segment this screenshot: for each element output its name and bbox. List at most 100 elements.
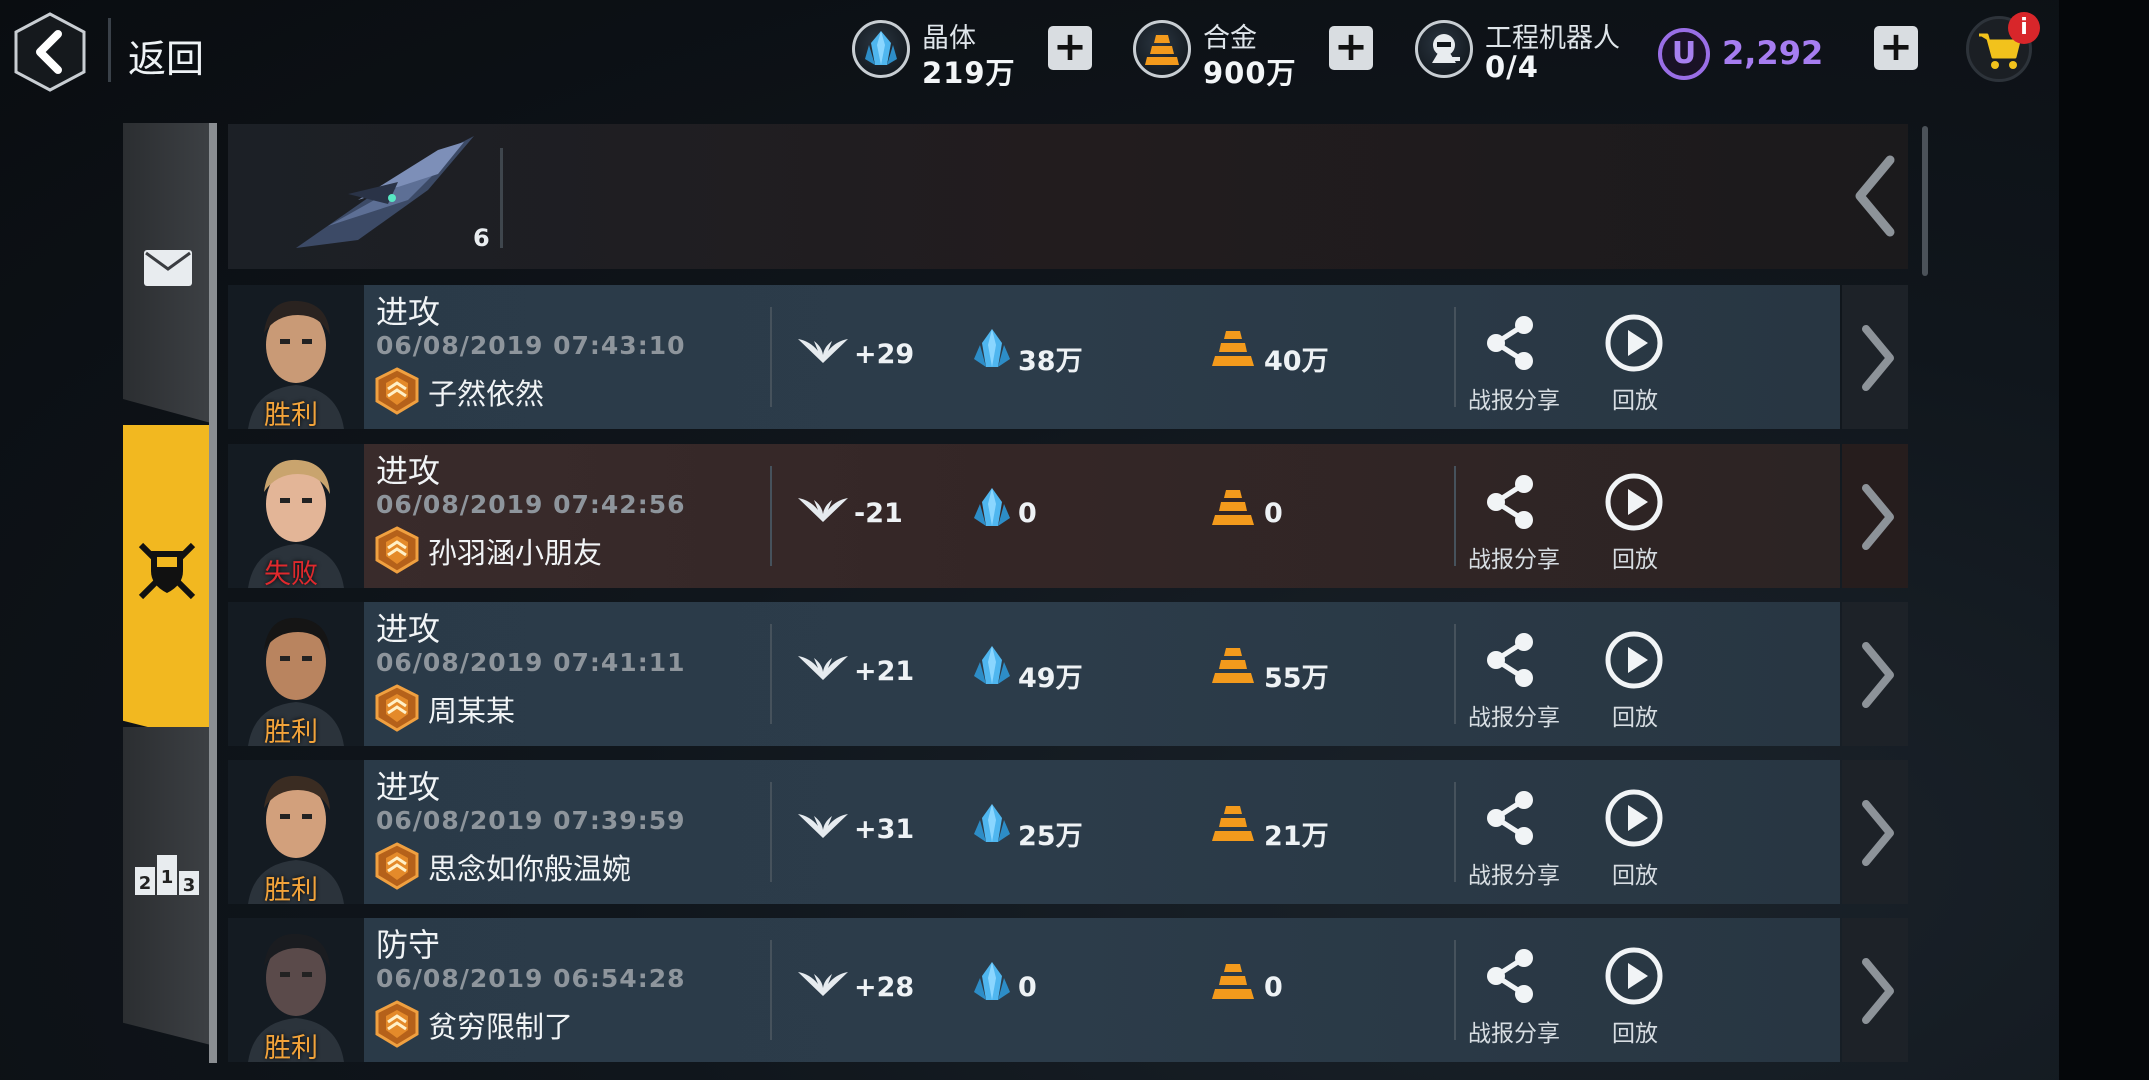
replay-button[interactable]: 回放	[1612, 1014, 1658, 1048]
play-icon[interactable]	[1604, 313, 1664, 373]
back-button[interactable]	[14, 12, 86, 92]
share-icon[interactable]	[1482, 946, 1538, 1006]
battle-row[interactable]: 胜利 进攻 06/08/2019 07:39:59 思念如你般温婉 +31 25…	[228, 760, 1908, 904]
rank-badge-icon	[375, 684, 419, 732]
medal-change: +21	[854, 656, 915, 687]
chevron-right-icon	[1862, 484, 1894, 550]
battle-result: 胜利	[264, 717, 318, 746]
alloy-icon	[1212, 806, 1254, 841]
opponent-name[interactable]: 周某某	[428, 688, 515, 730]
medal-wings-icon	[798, 498, 848, 522]
medal-wings-icon	[798, 814, 848, 838]
rank-badge-icon	[375, 367, 419, 415]
replay-button[interactable]: 回放	[1612, 698, 1658, 732]
row-expand-button[interactable]	[1842, 760, 1908, 904]
player-avatar[interactable]: 胜利	[228, 602, 364, 746]
add-premium-button[interactable]: +	[1874, 26, 1918, 70]
chevron-right-icon	[1862, 642, 1894, 708]
battle-row[interactable]: 胜利 防守 06/08/2019 06:54:28 贫穷限制了 +28 0 0 …	[228, 918, 1908, 1062]
share-report-button[interactable]: 战报分享	[1468, 1014, 1560, 1048]
battle-log-screen: 返回 晶体 219万 + 合金 900万 + 工程机器人 0/4 U 2,292…	[0, 0, 2149, 1080]
share-icon[interactable]	[1482, 472, 1538, 532]
tab-rail	[209, 123, 217, 1063]
medal-change: +28	[854, 972, 915, 1003]
chevron-right-icon	[1862, 800, 1894, 866]
battle-row[interactable]: 失败 进攻 06/08/2019 07:42:56 孙羽涵小朋友 -21 0 0…	[228, 444, 1908, 588]
row-divider	[770, 307, 772, 407]
opponent-name[interactable]: 孙羽涵小朋友	[428, 530, 602, 572]
top-bar: 返回 晶体 219万 + 合金 900万 + 工程机器人 0/4 U 2,292…	[0, 0, 2060, 105]
play-icon[interactable]	[1604, 788, 1664, 848]
opponent-name[interactable]: 贫穷限制了	[428, 1004, 573, 1046]
crystal-icon	[974, 646, 1010, 684]
robot-resource: 工程机器人 0/4	[1415, 14, 1635, 90]
battle-row[interactable]: 胜利 进攻 06/08/2019 07:43:10 子然依然 +29 38万 4…	[228, 285, 1908, 429]
replay-button[interactable]: 回放	[1612, 381, 1658, 415]
opponent-name[interactable]: 思念如你般温婉	[428, 846, 631, 888]
back-arrow-icon	[14, 12, 86, 92]
alloy-gain: 40万	[1264, 346, 1329, 377]
premium-currency-icon: U	[1658, 28, 1710, 80]
battle-time: 06/08/2019 07:41:11	[376, 648, 686, 677]
share-report-button[interactable]: 战报分享	[1468, 540, 1560, 574]
robot-value: 0/4	[1485, 50, 1539, 84]
add-crystal-button[interactable]: +	[1048, 26, 1092, 70]
rank-badge-icon	[375, 526, 419, 574]
crystal-value: 219万	[922, 56, 1016, 90]
medal-change: +31	[854, 814, 915, 845]
crystal-icon	[974, 804, 1010, 842]
share-report-button[interactable]: 战报分享	[1468, 698, 1560, 732]
chevron-left-icon[interactable]	[1850, 148, 1900, 244]
battle-time: 06/08/2019 06:54:28	[376, 964, 686, 993]
row-divider	[1454, 782, 1456, 882]
player-avatar[interactable]: 胜利	[228, 285, 364, 429]
share-icon[interactable]	[1482, 630, 1538, 690]
rank-badge-icon	[375, 842, 419, 890]
row-expand-button[interactable]	[1842, 918, 1908, 1062]
tab-mail[interactable]	[123, 123, 211, 423]
player-avatar[interactable]: 失败	[228, 444, 364, 588]
crystal-gain: 38万	[1018, 346, 1083, 377]
medal-wings-icon	[798, 339, 848, 363]
row-divider	[1454, 466, 1456, 566]
player-avatar[interactable]: 胜利	[228, 760, 364, 904]
back-label[interactable]: 返回	[128, 28, 204, 83]
play-icon[interactable]	[1604, 472, 1664, 532]
alloy-icon	[1212, 331, 1254, 366]
row-expand-button[interactable]	[1842, 285, 1908, 429]
row-expand-button[interactable]	[1842, 602, 1908, 746]
medal-wings-icon	[798, 972, 848, 996]
battle-row[interactable]: 胜利 进攻 06/08/2019 07:41:11 周某某 +21 49万 55…	[228, 602, 1908, 746]
right-edge-shade	[2059, 0, 2149, 1080]
chevron-right-icon	[1862, 958, 1894, 1024]
play-icon[interactable]	[1604, 946, 1664, 1006]
opponent-name[interactable]: 子然依然	[428, 371, 544, 413]
player-avatar[interactable]: 胜利	[228, 918, 364, 1062]
battle-type: 进攻	[376, 293, 441, 331]
share-icon[interactable]	[1482, 313, 1538, 373]
replay-button[interactable]: 回放	[1612, 856, 1658, 890]
share-icon[interactable]	[1482, 788, 1538, 848]
medal-wings-icon	[798, 656, 848, 680]
spaceship-icon	[296, 136, 474, 248]
mail-icon	[144, 250, 192, 286]
rank-badge-icon	[375, 1000, 419, 1048]
battle-result: 失败	[264, 559, 318, 588]
row-expand-button[interactable]	[1842, 444, 1908, 588]
chevron-right-icon	[1862, 325, 1894, 391]
battle-time: 06/08/2019 07:43:10	[376, 331, 686, 360]
share-report-button[interactable]: 战报分享	[1468, 856, 1560, 890]
battle-type: 进攻	[376, 768, 441, 806]
alloy-icon	[1133, 20, 1191, 78]
crystal-gain: 0	[1018, 498, 1037, 529]
replay-button[interactable]: 回放	[1612, 540, 1658, 574]
share-report-button[interactable]: 战报分享	[1468, 381, 1560, 415]
add-alloy-button[interactable]: +	[1329, 26, 1373, 70]
crystal-icon	[974, 488, 1010, 526]
battle-result: 胜利	[264, 400, 318, 429]
list-scrollbar[interactable]	[1922, 126, 1928, 276]
tab-battle-log[interactable]	[123, 425, 211, 743]
play-icon[interactable]	[1604, 630, 1664, 690]
tab-leaderboard[interactable]: 2 1 3	[123, 727, 211, 1045]
alloy-gain: 0	[1264, 972, 1283, 1003]
